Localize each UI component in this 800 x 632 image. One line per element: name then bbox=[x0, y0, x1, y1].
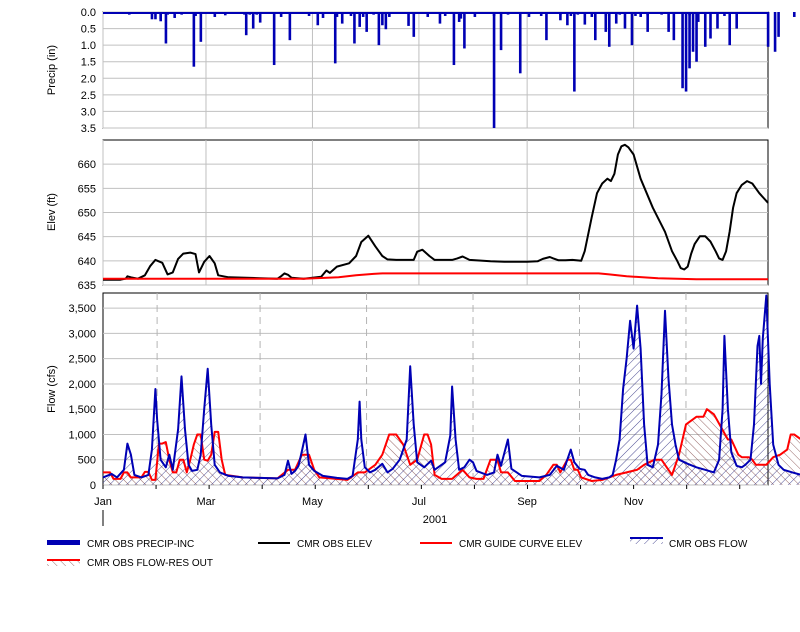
x-year-label: 2001 bbox=[423, 514, 447, 526]
elev-ytick-label: 660 bbox=[78, 159, 96, 171]
precip-bar bbox=[272, 12, 276, 66]
precip-bar bbox=[773, 12, 777, 52]
flow-ytick-label: 3,000 bbox=[68, 328, 96, 340]
x-tick-label: Mar bbox=[197, 496, 216, 508]
precip-bar bbox=[667, 12, 670, 32]
precip-bar bbox=[792, 12, 796, 17]
legend-item-obs-flow: CMR OBS FLOW bbox=[630, 537, 748, 550]
legend-item-flow-res-out: CMR OBS FLOW-RES OUT bbox=[47, 558, 213, 569]
precip-bar bbox=[452, 12, 456, 66]
precip-bar bbox=[251, 12, 255, 29]
precip-bar bbox=[377, 12, 381, 46]
elev-ytick-label: 640 bbox=[78, 256, 96, 268]
panel-precip: 0.0 0.5 1.0 1.5 2.0 2.5 3.0 3.5 Precip (in) bbox=[46, 7, 796, 135]
precip-bar bbox=[463, 12, 466, 49]
precip-ytick-label: 1.0 bbox=[81, 40, 96, 52]
legend: CMR OBS PRECIP-INC CMR OBS ELEV CMR GUID… bbox=[47, 537, 748, 569]
precip-ytick-label: 0.5 bbox=[81, 24, 96, 36]
x-tick-label: Jan bbox=[94, 496, 112, 508]
precip-ytick-label: 3.0 bbox=[81, 106, 96, 118]
flow-ylabel: Flow (cfs) bbox=[46, 365, 58, 413]
precip-bar bbox=[353, 12, 356, 44]
precip-bar bbox=[716, 12, 719, 29]
precip-bar bbox=[288, 12, 292, 41]
chart-root: 0.0 0.5 1.0 1.5 2.0 2.5 3.0 3.5 Precip (in) 635… bbox=[0, 0, 800, 627]
precip-bar bbox=[681, 12, 684, 89]
panel-flow: 0 500 1,000 1,500 2,000 2,500 3,000 3,500 Flow … bbox=[46, 292, 800, 492]
flow-ytick-label: 1,000 bbox=[68, 429, 96, 441]
precip-bar bbox=[192, 12, 196, 67]
precip-ytick-label: 3.5 bbox=[81, 123, 96, 135]
legend-item-guide-curve: CMR GUIDE CURVE ELEV bbox=[420, 539, 583, 550]
precip-bar bbox=[199, 12, 203, 42]
precip-bar bbox=[594, 12, 597, 41]
legend-label-flow-res-out: CMR OBS FLOW-RES OUT bbox=[87, 558, 213, 569]
precip-ytick-label: 2.0 bbox=[81, 73, 96, 85]
legend-label-guide-curve: CMR GUIDE CURVE ELEV bbox=[459, 539, 583, 550]
legend-item-obs-elev: CMR OBS ELEV bbox=[258, 539, 372, 550]
precip-bar bbox=[607, 12, 611, 47]
precip-bar bbox=[766, 12, 770, 47]
panel-elevation: 635 640 645 650 655 660 Elev (ft) bbox=[46, 139, 769, 292]
legend-label-precip: CMR OBS PRECIP-INC bbox=[87, 539, 194, 550]
precip-bar bbox=[735, 12, 738, 29]
elev-ytick-label: 635 bbox=[78, 280, 96, 292]
precip-bar bbox=[777, 12, 780, 37]
precip-bar bbox=[545, 12, 548, 41]
precip-bar bbox=[518, 12, 522, 74]
precip-bar bbox=[164, 12, 168, 44]
precip-bar bbox=[684, 12, 688, 92]
precip-ytick-label: 2.5 bbox=[81, 90, 96, 102]
precip-bar bbox=[604, 12, 608, 32]
precip-bar bbox=[358, 12, 361, 27]
flow-ytick-label: 2,000 bbox=[68, 379, 96, 391]
precip-bar bbox=[365, 12, 368, 32]
precip-ytick-label: 1.5 bbox=[81, 57, 96, 69]
flow-ytick-label: 2,500 bbox=[68, 354, 96, 366]
legend-swatch-precip bbox=[47, 540, 80, 545]
precip-bar bbox=[623, 12, 627, 29]
flow-ytick-label: 1,500 bbox=[68, 404, 96, 416]
x-tick-label: Jul bbox=[412, 496, 426, 508]
precip-bar bbox=[573, 12, 576, 92]
elev-ytick-label: 650 bbox=[78, 208, 96, 220]
precip-ylabel: Precip (in) bbox=[46, 45, 58, 95]
precip-bar bbox=[384, 12, 388, 30]
elev-ytick-label: 655 bbox=[78, 183, 96, 195]
precip-bar bbox=[244, 12, 248, 36]
hydrograph-chart: 0.0 0.5 1.0 1.5 2.0 2.5 3.0 3.5 Precip (in) 635… bbox=[46, 7, 800, 569]
precip-bar bbox=[688, 12, 691, 69]
precip-bar bbox=[646, 12, 649, 32]
precip-bar bbox=[407, 12, 410, 26]
precip-bar bbox=[333, 12, 337, 64]
x-tick-label: Nov bbox=[624, 496, 644, 508]
flow-ytick-label: 0 bbox=[90, 480, 96, 492]
precip-bar bbox=[412, 12, 416, 37]
precip-bar bbox=[709, 12, 712, 39]
legend-label-obs-flow: CMR OBS FLOW bbox=[669, 539, 748, 550]
flow-ytick-label: 3,500 bbox=[68, 303, 96, 315]
precip-ytick-label: 0.0 bbox=[81, 7, 96, 19]
elev-ytick-label: 645 bbox=[78, 232, 96, 244]
legend-label-obs-elev: CMR OBS ELEV bbox=[297, 539, 372, 550]
flow-ytick-label: 500 bbox=[78, 455, 96, 467]
precip-bar bbox=[630, 12, 634, 46]
precip-bar bbox=[672, 12, 676, 41]
precip-bar bbox=[499, 12, 503, 51]
x-tick-label: May bbox=[302, 496, 323, 508]
precip-bar bbox=[703, 12, 707, 47]
elev-ylabel: Elev (ft) bbox=[46, 193, 58, 231]
precip-bar bbox=[728, 12, 732, 46]
x-tick-label: Sep bbox=[517, 496, 537, 508]
legend-item-precip: CMR OBS PRECIP-INC bbox=[47, 539, 194, 550]
precip-bar bbox=[492, 12, 496, 128]
x-axis: Jan Mar May Jul Sep Nov bbox=[94, 485, 741, 508]
precip-bar bbox=[691, 12, 695, 52]
